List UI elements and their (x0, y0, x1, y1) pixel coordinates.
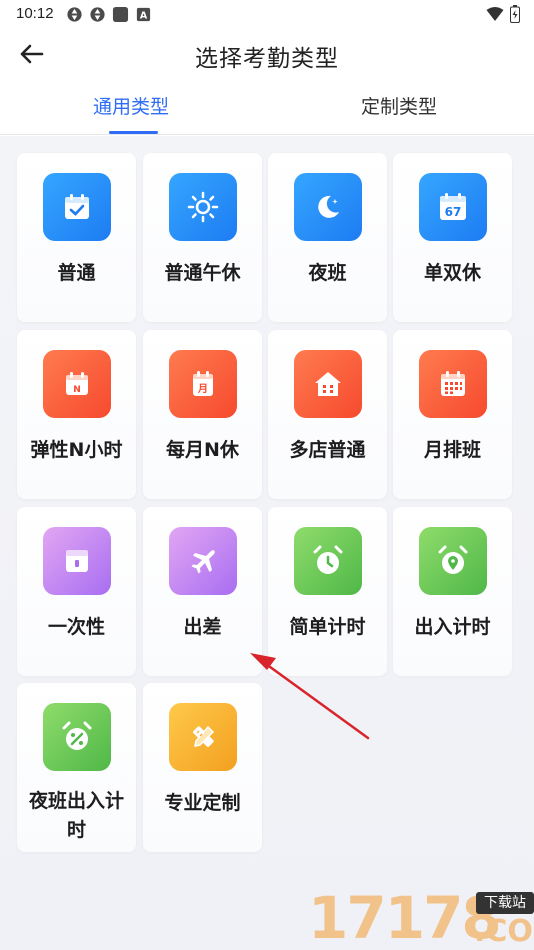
type-label: 一次性 (47, 616, 105, 638)
attendance-type-screen: 10:12 A 选择考勤类型 通用类型 定制类型 普通 普通午休 夜班 67 单… (0, 0, 534, 950)
type-card-normal[interactable]: 普通 (17, 153, 136, 322)
sync-icon (90, 7, 105, 22)
moon-icon (294, 173, 362, 241)
watermark-digits: 17178 (308, 884, 502, 950)
type-label: 简单计时 (289, 616, 366, 638)
type-card-one-time[interactable]: 一次性 (17, 507, 136, 676)
ruler-pencil-icon (169, 703, 237, 771)
watermark-badge: 下载站 (476, 892, 534, 914)
status-bar: 10:12 A (0, 0, 534, 30)
type-label: 出入计时 (414, 616, 491, 638)
watermark-com: .COM (474, 914, 534, 949)
status-time: 10:12 (16, 5, 54, 22)
sync-icon (67, 7, 82, 22)
calendar-check-icon (43, 173, 111, 241)
calendar-n-icon: N (43, 350, 111, 418)
status-notification-icons: A (66, 6, 152, 23)
svg-text:A: A (140, 10, 148, 21)
type-card-monthly-schedule[interactable]: 月排班 (393, 330, 512, 499)
type-card-flex-hours[interactable]: N 弹性N小时 (17, 330, 136, 499)
type-card-in-out-timing[interactable]: 出入计时 (393, 507, 512, 676)
battery-icon (510, 5, 520, 23)
type-label: 专业定制 (164, 792, 241, 814)
type-card-simple-timing[interactable]: 简单计时 (268, 507, 387, 676)
type-label: 月排班 (423, 439, 481, 461)
alarm-clock-icon (294, 527, 362, 595)
location-pin-icon (419, 527, 487, 595)
status-right-icons (486, 5, 520, 23)
type-label: 多店普通 (289, 439, 366, 461)
type-label: 出差 (183, 616, 222, 638)
type-label: 普通午休 (164, 262, 241, 284)
svg-text:67: 67 (445, 205, 462, 219)
calendar-grid-icon (419, 350, 487, 418)
type-label: 夜班出入计时 (28, 790, 124, 841)
type-card-alternate-weekends[interactable]: 67 单双休 (393, 153, 512, 322)
a-icon: A (136, 7, 151, 21)
calendar-month-icon: 月 (169, 350, 237, 418)
top-app-bar: 选择考勤类型 (0, 30, 534, 78)
active-tab-indicator (109, 131, 158, 134)
type-card-multi-store[interactable]: 多店普通 (268, 330, 387, 499)
type-label: 普通 (57, 262, 96, 284)
box-icon (43, 527, 111, 595)
type-tabs: 通用类型 定制类型 (0, 82, 534, 135)
page-title: 选择考勤类型 (195, 46, 339, 72)
attendance-type-grid: 普通 普通午休 夜班 67 单双休 N 弹性N小时 月 每月N休 多店普通 月排… (0, 136, 534, 950)
type-label: 单双休 (423, 262, 481, 284)
alarm-percent-icon (43, 703, 111, 771)
airplane-icon (169, 527, 237, 595)
svg-text:N: N (73, 385, 81, 395)
wifi-icon (486, 7, 504, 21)
type-label: 夜班 (308, 262, 347, 284)
type-card-business-trip[interactable]: 出差 (143, 507, 262, 676)
svg-text:月: 月 (197, 383, 208, 395)
type-card-monthly-n-off[interactable]: 月 每月N休 (143, 330, 262, 499)
type-card-normal-lunch[interactable]: 普通午休 (143, 153, 262, 322)
tab-custom-types[interactable]: 定制类型 (361, 92, 437, 119)
type-card-night-in-out-timing[interactable]: 夜班出入计时 (17, 683, 136, 852)
type-label: 每月N休 (166, 439, 239, 461)
sun-icon (169, 173, 237, 241)
app-icon (112, 6, 129, 23)
store-icon (294, 350, 362, 418)
calendar-67-icon: 67 (419, 173, 487, 241)
type-card-night-shift[interactable]: 夜班 (268, 153, 387, 322)
type-card-professional-custom[interactable]: 专业定制 (143, 683, 262, 852)
site-watermark: 17178 下载站 .COM (308, 886, 534, 950)
type-label: 弹性N小时 (30, 439, 123, 461)
tab-general-types[interactable]: 通用类型 (93, 92, 169, 119)
